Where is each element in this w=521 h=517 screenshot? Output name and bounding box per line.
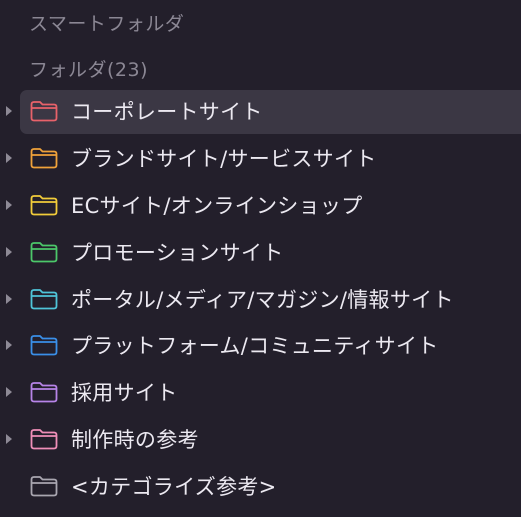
folder-icon xyxy=(29,193,59,217)
folder-item[interactable]: ポータル/メディア/マガジン/情報サイト xyxy=(0,275,521,322)
folder-icon xyxy=(29,380,59,404)
folder-label: ECサイト/オンラインショップ xyxy=(71,193,363,218)
folder-item[interactable]: 制作時の参考 xyxy=(0,416,521,463)
disclosure-triangle-icon[interactable] xyxy=(6,199,12,210)
folder-label: <カテゴライズ参考> xyxy=(71,474,277,499)
folder-item[interactable]: 採用サイト xyxy=(0,369,521,416)
folder-item[interactable]: プロモーションサイト xyxy=(0,228,521,275)
sidebar: スマートフォルダ フォルダ(23) コーポレートサイト ブランドサイト/サービス… xyxy=(0,0,521,517)
folder-label: 採用サイト xyxy=(71,381,178,406)
disclosure-triangle-icon[interactable] xyxy=(6,340,12,351)
folder-list: コーポレートサイト ブランドサイト/サービスサイト ECサイト/オンラインショッ… xyxy=(0,88,521,509)
folder-icon xyxy=(29,287,59,311)
folder-label: 制作時の参考 xyxy=(71,427,199,452)
folder-icon xyxy=(29,146,59,170)
folder-label: ブランドサイト/サービスサイト xyxy=(71,147,377,172)
folder-label: コーポレートサイト xyxy=(71,100,263,125)
folder-item[interactable]: ブランドサイト/サービスサイト xyxy=(0,135,521,182)
disclosure-triangle-icon[interactable] xyxy=(6,246,12,257)
folder-icon xyxy=(29,333,59,357)
folder-label: ポータル/メディア/マガジン/情報サイト xyxy=(71,287,454,312)
folder-item[interactable]: コーポレートサイト xyxy=(0,88,521,135)
folder-icon xyxy=(29,474,59,498)
disclosure-triangle-icon[interactable] xyxy=(6,153,12,164)
disclosure-triangle-icon[interactable] xyxy=(6,433,12,444)
disclosure-triangle-icon[interactable] xyxy=(6,293,12,304)
folder-icon xyxy=(29,240,59,264)
smart-folders-header[interactable]: スマートフォルダ xyxy=(29,9,184,36)
disclosure-triangle-icon[interactable] xyxy=(6,106,12,117)
folder-icon xyxy=(29,427,59,451)
folder-label: プラットフォーム/コミュニティサイト xyxy=(71,334,439,359)
folder-item[interactable]: <カテゴライズ参考> xyxy=(0,462,521,509)
folder-item[interactable]: プラットフォーム/コミュニティサイト xyxy=(0,322,521,369)
folder-icon xyxy=(29,99,59,123)
folder-label: プロモーションサイト xyxy=(71,240,284,265)
folders-header[interactable]: フォルダ(23) xyxy=(29,55,148,82)
folder-item[interactable]: ECサイト/オンラインショップ xyxy=(0,182,521,229)
disclosure-triangle-icon[interactable] xyxy=(6,387,12,398)
